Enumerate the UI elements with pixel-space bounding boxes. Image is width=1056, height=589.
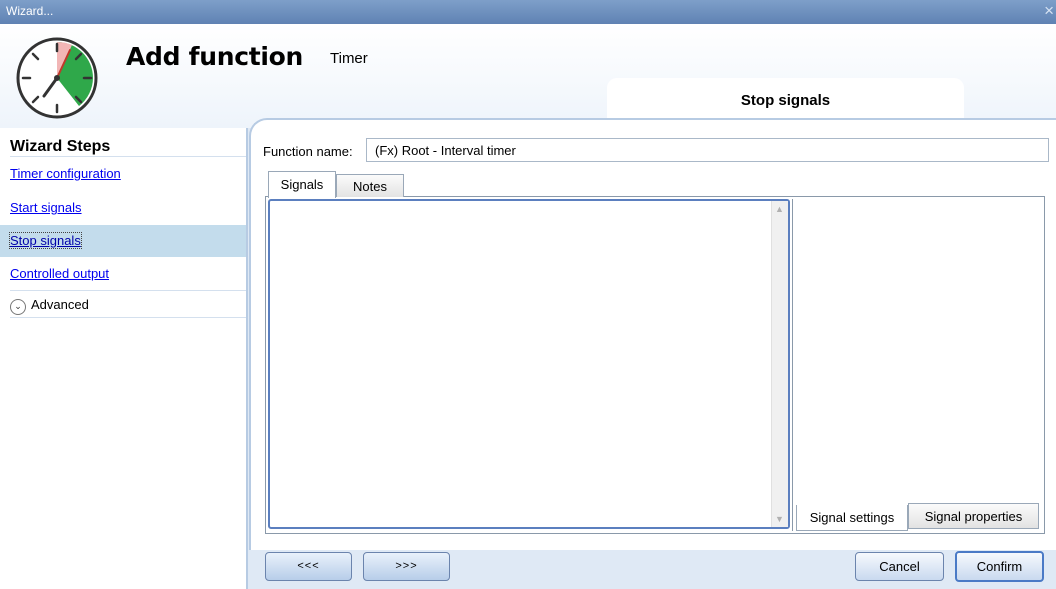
- sidebar-item-timer-configuration[interactable]: Timer configuration: [10, 158, 246, 190]
- page-title: Add function: [126, 42, 304, 71]
- confirm-button[interactable]: Confirm: [955, 551, 1044, 582]
- window-title: Wizard...: [6, 4, 54, 18]
- sidebar-divider: [10, 290, 246, 291]
- chevron-down-icon[interactable]: ⌄: [10, 299, 26, 315]
- signals-list[interactable]: ▲ ▼: [268, 199, 790, 529]
- sidebar-item-label[interactable]: Timer configuration: [10, 166, 121, 181]
- tab-signal-settings[interactable]: Signal settings: [796, 505, 908, 531]
- sidebar-item-label[interactable]: Stop signals: [9, 232, 82, 249]
- list-scrollbar[interactable]: ▲ ▼: [771, 201, 788, 527]
- sidebar-divider: [10, 156, 246, 157]
- tab-signals[interactable]: Signals: [268, 171, 336, 198]
- signal-details-panel: [792, 199, 1043, 531]
- sidebar-item-label[interactable]: Controlled output: [10, 266, 109, 281]
- sidebar-item-stop-signals[interactable]: Stop signals: [0, 225, 246, 257]
- function-name-input[interactable]: [366, 138, 1049, 162]
- function-name-label: Function name:: [263, 144, 353, 159]
- sidebar-item-start-signals[interactable]: Start signals: [10, 192, 246, 224]
- previous-step-button[interactable]: <<<: [265, 552, 352, 581]
- scroll-up-icon[interactable]: ▲: [775, 204, 784, 214]
- tab-notes[interactable]: Notes: [336, 174, 404, 197]
- sidebar-item-controlled-output[interactable]: Controlled output: [10, 258, 246, 290]
- function-type-label: Timer: [330, 50, 368, 67]
- sidebar-item-label[interactable]: Start signals: [10, 200, 82, 215]
- wizard-steps-title: Wizard Steps: [10, 138, 111, 155]
- tab-signal-properties[interactable]: Signal properties: [908, 503, 1039, 529]
- advanced-label: Advanced: [31, 297, 89, 312]
- close-icon[interactable]: ×: [1044, 1, 1054, 21]
- timer-clock-icon: [16, 37, 98, 119]
- advanced-toggle[interactable]: ⌄ Advanced: [10, 292, 89, 318]
- window-titlebar: Wizard... ×: [0, 0, 1056, 24]
- sidebar-divider: [10, 317, 246, 318]
- cancel-button[interactable]: Cancel: [855, 552, 944, 581]
- next-step-button[interactable]: >>>: [363, 552, 450, 581]
- scroll-down-icon[interactable]: ▼: [775, 514, 784, 524]
